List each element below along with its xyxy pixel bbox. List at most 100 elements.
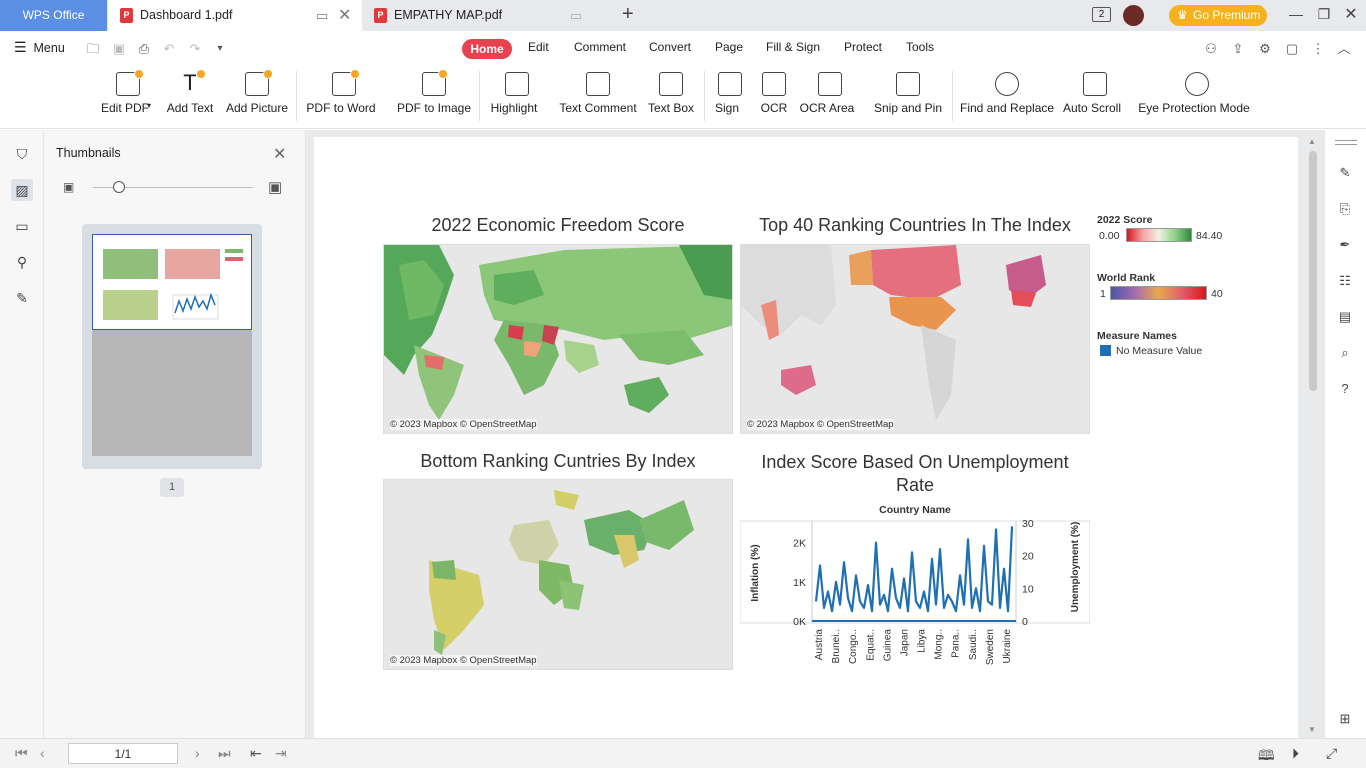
go-premium-button[interactable]: ♛ Go Premium: [1169, 5, 1267, 26]
collapse-ribbon-icon[interactable]: ︿: [1336, 41, 1352, 57]
print-icon[interactable]: ⎙: [136, 41, 152, 57]
settings-icon[interactable]: ⚙: [1257, 41, 1273, 57]
panel-toggle-icon[interactable]: [1335, 140, 1357, 141]
tab-page[interactable]: Page: [715, 40, 743, 54]
premium-label: Go Premium: [1193, 8, 1261, 22]
ribbon-label: Text Comment: [559, 101, 637, 115]
economic-freedom-map[interactable]: © 2023 Mapbox © OpenStreetMap: [383, 244, 733, 434]
pdf-to-word-button[interactable]: PDF to Word: [306, 67, 382, 127]
bookmark-icon[interactable]: ⛉: [11, 143, 33, 165]
search-icon[interactable]: ⌕: [1336, 344, 1354, 362]
highlight-button[interactable]: Highlight: [486, 67, 548, 127]
export-icon[interactable]: ⎘: [1336, 200, 1354, 218]
legend-measure-title: Measure Names: [1097, 330, 1177, 342]
new-tab-button[interactable]: +: [622, 0, 634, 29]
y2-tick-label: 30: [1022, 518, 1034, 530]
text-box-button[interactable]: Text Box: [645, 67, 697, 127]
scroll-down-arrow[interactable]: ▼: [1308, 725, 1316, 734]
first-page-icon[interactable]: ⏮: [15, 745, 28, 762]
share-icon[interactable]: ⇪: [1230, 41, 1246, 57]
pdf-to-image-button[interactable]: PDF to Image: [396, 67, 472, 127]
series-line: [814, 526, 1014, 613]
fullscreen-icon[interactable]: ⤢: [1326, 745, 1337, 762]
outline-icon[interactable]: ☷: [1336, 272, 1354, 290]
attachment-icon[interactable]: ⚲: [11, 251, 33, 273]
top-40-countries-map[interactable]: © 2023 Mapbox © OpenStreetMap: [740, 244, 1090, 434]
premium-crown-icon: [196, 69, 206, 79]
snip-and-pin-button[interactable]: Snip and Pin: [873, 67, 943, 127]
compress-icon[interactable]: ▤: [1336, 308, 1354, 326]
previous-page-icon[interactable]: ‹: [40, 745, 45, 761]
add-text-button[interactable]: T Add Text: [165, 67, 215, 127]
customize-quick-access-icon[interactable]: ▾: [212, 41, 228, 57]
wps-home-tab[interactable]: WPS Office: [0, 0, 107, 31]
small-image-icon[interactable]: ▣: [63, 180, 74, 194]
save-icon[interactable]: ▣: [111, 41, 127, 57]
back-view-icon[interactable]: ⇤: [250, 745, 262, 762]
sign-button[interactable]: Sign: [710, 67, 750, 127]
vertical-scrollbar[interactable]: ▲ ▼: [1304, 137, 1320, 737]
tab-home[interactable]: Home: [462, 39, 512, 59]
magnifier-icon: [995, 72, 1019, 96]
scrollbar-thumb[interactable]: [1309, 151, 1317, 391]
page-thumbnail[interactable]: [82, 224, 262, 469]
unemployment-chart[interactable]: Country Name 0K 1K 2K 0 10 20 30 Inflation (%) Un…: [739, 501, 1091, 671]
tab-tools[interactable]: Tools: [906, 40, 934, 54]
grid-apps-icon[interactable]: ⊞: [1336, 710, 1354, 728]
document-viewport[interactable]: 2022 Economic Freedom Score Top 40 Ranki…: [306, 130, 1324, 738]
eye-protection-mode-button[interactable]: Eye Protection Mode: [1138, 67, 1256, 127]
signature-icon[interactable]: ✎: [11, 287, 33, 309]
bottom-ranking-countries-map[interactable]: © 2023 Mapbox © OpenStreetMap: [383, 479, 733, 670]
play-icon[interactable]: ⏵: [1292, 745, 1299, 762]
document-tab-dashboard[interactable]: P Dashboard 1.pdf ▭ ✕: [108, 0, 362, 31]
float-window-icon[interactable]: ▭: [316, 0, 328, 31]
forward-view-icon[interactable]: ⇥: [275, 745, 287, 762]
x-tick-label: Libya: [917, 629, 928, 653]
document-tab-empathy-map[interactable]: P EMPATHY MAP.pdf ▭: [362, 0, 613, 31]
ocr-button[interactable]: OCR: [757, 67, 791, 127]
help-icon[interactable]: ?: [1336, 380, 1354, 398]
main-menu-button[interactable]: ☰ Menu: [14, 39, 65, 56]
more-options-icon[interactable]: ⋮: [1310, 41, 1326, 57]
comment-icon[interactable]: ▭: [11, 215, 33, 237]
undo-icon[interactable]: ↶: [161, 41, 177, 57]
add-picture-button[interactable]: Add Picture: [225, 67, 289, 127]
pen-sign-icon[interactable]: ✒: [1336, 236, 1354, 254]
scroll-up-arrow[interactable]: ▲: [1308, 137, 1316, 146]
thumbnails-icon[interactable]: ▨: [11, 179, 33, 201]
large-image-icon[interactable]: ▣: [268, 178, 282, 196]
close-window-button[interactable]: ✕: [1336, 0, 1366, 31]
avatar[interactable]: [1123, 5, 1144, 26]
edit-note-icon[interactable]: ✎: [1336, 164, 1354, 182]
x-tick-label: Congo..: [848, 629, 859, 664]
find-and-replace-button[interactable]: Find and Replace: [960, 67, 1054, 127]
edit-pdf-button[interactable]: Edit PDF ▾: [98, 67, 158, 127]
ocr-area-button[interactable]: OCR Area: [798, 67, 862, 127]
pdf-page: 2022 Economic Freedom Score Top 40 Ranki…: [314, 137, 1298, 738]
minimize-button[interactable]: —: [1281, 0, 1311, 31]
tab-protect[interactable]: Protect: [844, 40, 882, 54]
tab-comment[interactable]: Comment: [574, 40, 626, 54]
account-count-badge[interactable]: 2: [1092, 7, 1111, 22]
x-tick-label: Ukraine: [1002, 629, 1013, 664]
slider-handle[interactable]: [113, 181, 125, 193]
restore-button[interactable]: ❐: [1309, 0, 1339, 31]
next-page-icon[interactable]: ›: [195, 745, 200, 761]
close-icon[interactable]: ✕: [273, 144, 286, 164]
x-tick-label: Austria: [814, 629, 825, 661]
last-page-icon[interactable]: ⏭: [218, 745, 231, 762]
chat-icon[interactable]: ▢: [1284, 41, 1300, 57]
open-folder-icon[interactable]: 🗀: [85, 41, 101, 57]
float-window-icon[interactable]: ▭: [570, 0, 582, 31]
ribbon-label: Add Text: [166, 101, 214, 115]
share-user-icon[interactable]: ⚇: [1203, 41, 1219, 57]
auto-scroll-button[interactable]: Auto Scroll: [1062, 67, 1128, 127]
tab-convert[interactable]: Convert: [649, 40, 691, 54]
tab-fill-sign[interactable]: Fill & Sign: [766, 40, 820, 54]
text-comment-button[interactable]: Text Comment: [558, 67, 638, 127]
close-tab-icon[interactable]: ✕: [338, 0, 351, 31]
tab-edit[interactable]: Edit: [528, 40, 549, 54]
read-mode-icon[interactable]: 🕮: [1258, 745, 1275, 769]
redo-icon[interactable]: ↷: [187, 41, 203, 57]
page-number-input[interactable]: 1/1: [68, 743, 178, 764]
